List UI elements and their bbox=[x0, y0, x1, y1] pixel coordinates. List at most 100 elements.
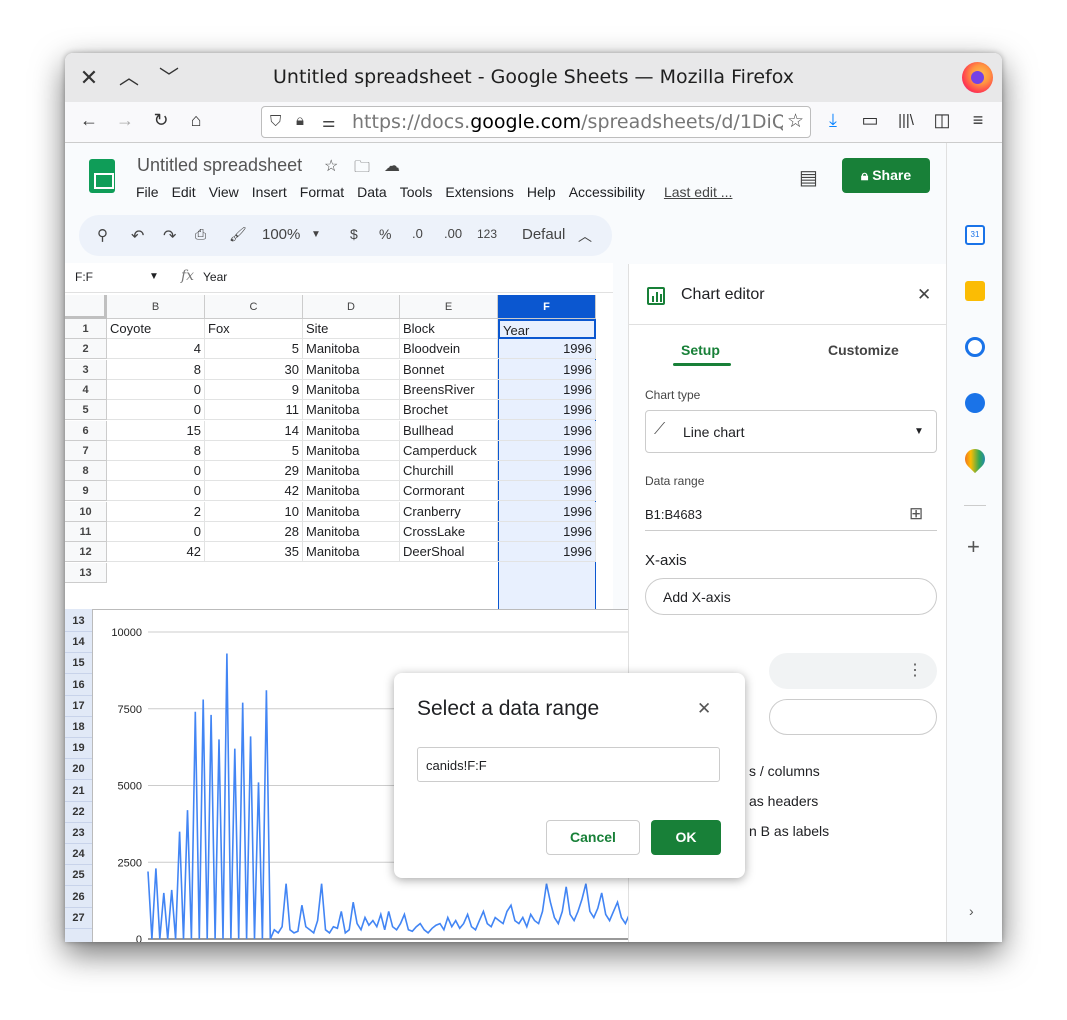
table-cell[interactable]: Manitoba bbox=[303, 522, 400, 542]
menu-help[interactable]: Help bbox=[527, 184, 556, 200]
row-header[interactable]: 6 bbox=[65, 420, 107, 441]
table-cell[interactable]: 8 bbox=[107, 440, 205, 461]
sheets-logo-icon[interactable] bbox=[89, 159, 115, 193]
switch-rows-columns-label[interactable]: s / columns bbox=[749, 763, 820, 779]
table-cell[interactable]: 0 bbox=[107, 481, 205, 502]
table-cell[interactable]: 1996 bbox=[498, 481, 596, 502]
row-header[interactable]: 9 bbox=[65, 481, 107, 502]
table-cell[interactable]: Cormorant bbox=[400, 481, 498, 502]
table-cell[interactable]: DeerShoal bbox=[400, 542, 498, 563]
share-button[interactable]: 🔒︎ Share bbox=[842, 158, 930, 193]
move-folder-icon[interactable]: 🗀︎ bbox=[354, 156, 370, 183]
table-cell[interactable]: Fox bbox=[205, 319, 303, 339]
row-header[interactable]: 8 bbox=[65, 461, 107, 482]
name-box-dropdown-icon[interactable]: ▼ bbox=[149, 271, 159, 282]
table-cell[interactable]: BreensRiver bbox=[400, 379, 498, 400]
table-cell[interactable]: Block bbox=[400, 319, 498, 339]
row-header[interactable]: 11 bbox=[65, 522, 107, 542]
downloads-icon[interactable]: ⤓ bbox=[821, 110, 845, 131]
table-cell[interactable]: 1996 bbox=[498, 359, 596, 380]
shield-icon[interactable]: ⛉ bbox=[270, 113, 281, 130]
table-cell[interactable]: Churchill bbox=[400, 461, 498, 482]
library-icon[interactable]: |||\ bbox=[894, 112, 918, 129]
menu-icon[interactable]: ≡ bbox=[966, 110, 990, 131]
row-header[interactable]: 12 bbox=[65, 542, 107, 563]
table-cell[interactable]: 29 bbox=[205, 461, 303, 482]
table-cell[interactable]: Manitoba bbox=[303, 379, 400, 400]
row-header[interactable]: 23 bbox=[65, 823, 92, 844]
url-bar[interactable]: ⛉ 🔒︎ ⚌ https://docs.google.com/spreadshe… bbox=[261, 106, 811, 138]
row-header[interactable]: 20 bbox=[65, 759, 92, 781]
row-header[interactable]: 22 bbox=[65, 802, 92, 823]
column-header-f[interactable]: F bbox=[498, 295, 596, 319]
table-cell[interactable]: 0 bbox=[107, 522, 205, 542]
decrease-decimal-button[interactable]: .0 bbox=[412, 226, 423, 241]
table-cell[interactable]: 1996 bbox=[498, 379, 596, 400]
close-editor-icon[interactable]: ✕ bbox=[917, 285, 931, 305]
range-input[interactable]: canids!F:F bbox=[417, 747, 720, 782]
table-cell[interactable]: Cranberry bbox=[400, 501, 498, 522]
forward-icon[interactable]: → bbox=[113, 110, 137, 131]
row-header[interactable]: 25 bbox=[65, 865, 92, 887]
row-header[interactable]: 27 bbox=[65, 908, 92, 929]
table-cell[interactable]: Manitoba bbox=[303, 461, 400, 482]
table-cell[interactable]: 14 bbox=[205, 420, 303, 441]
table-cell[interactable]: Manitoba bbox=[303, 339, 400, 360]
paint-format-icon[interactable]: 🖌︎ bbox=[229, 226, 247, 243]
table-cell[interactable]: 5 bbox=[205, 440, 303, 461]
table-cell[interactable]: 30 bbox=[205, 359, 303, 380]
grid-select-icon[interactable]: ⊞ bbox=[909, 504, 923, 524]
table-cell[interactable]: Brochet bbox=[400, 400, 498, 421]
bookmark-star-icon[interactable]: ☆ bbox=[782, 110, 804, 133]
column-header-c[interactable]: C bbox=[205, 295, 303, 319]
menu-view[interactable]: View bbox=[209, 184, 239, 200]
table-cell[interactable]: CrossLake bbox=[400, 522, 498, 542]
table-cell[interactable]: 1996 bbox=[498, 400, 596, 421]
dialog-close-icon[interactable]: ✕ bbox=[697, 699, 711, 719]
column-header-e[interactable]: E bbox=[400, 295, 498, 319]
tab-customize[interactable]: Customize bbox=[828, 342, 899, 358]
row-header[interactable]: 21 bbox=[65, 781, 92, 802]
column-header-b[interactable]: B bbox=[107, 295, 205, 319]
table-cell[interactable]: 11 bbox=[205, 400, 303, 421]
table-cell[interactable]: 2 bbox=[107, 501, 205, 522]
table-cell[interactable]: 0 bbox=[107, 461, 205, 482]
cancel-button[interactable]: Cancel bbox=[546, 820, 640, 855]
keep-icon[interactable] bbox=[965, 281, 985, 301]
table-cell[interactable]: 42 bbox=[205, 481, 303, 502]
table-cell[interactable]: Manitoba bbox=[303, 542, 400, 563]
menu-accessibility[interactable]: Accessibility bbox=[569, 184, 645, 200]
table-cell[interactable]: 1996 bbox=[498, 339, 596, 360]
table-cell[interactable]: Manitoba bbox=[303, 501, 400, 522]
row-header[interactable]: 4 bbox=[65, 379, 107, 400]
row-header[interactable]: 17 bbox=[65, 696, 92, 717]
menu-data[interactable]: Data bbox=[357, 184, 387, 200]
number-format-button[interactable]: 123 bbox=[477, 227, 497, 241]
row-header[interactable]: 13 bbox=[65, 611, 92, 632]
table-cell[interactable]: Bullhead bbox=[400, 420, 498, 441]
more-options-icon[interactable]: ⋮ bbox=[907, 660, 923, 680]
collapse-toolbar-icon[interactable]: ︿ bbox=[578, 226, 592, 246]
series-chip[interactable]: ⋮ bbox=[769, 653, 937, 689]
last-edit-link[interactable]: Last edit ... bbox=[664, 184, 732, 200]
font-select[interactable]: Defaul bbox=[522, 226, 565, 243]
table-cell[interactable]: 42 bbox=[107, 542, 205, 563]
add-xaxis-button[interactable]: Add X-axis bbox=[645, 578, 937, 615]
menu-extensions[interactable]: Extensions bbox=[445, 184, 513, 200]
tab-setup[interactable]: Setup bbox=[681, 342, 720, 358]
lock-icon[interactable]: 🔒︎ bbox=[296, 112, 304, 129]
tasks-icon[interactable] bbox=[965, 337, 985, 357]
menu-tools[interactable]: Tools bbox=[400, 184, 433, 200]
percent-button[interactable]: % bbox=[379, 226, 391, 242]
table-cell[interactable]: Bonnet bbox=[400, 359, 498, 380]
table-cell[interactable]: 1996 bbox=[498, 461, 596, 482]
get-addons-plus-icon[interactable]: + bbox=[967, 534, 980, 560]
row-header[interactable]: 7 bbox=[65, 440, 107, 461]
reload-icon[interactable]: ↻ bbox=[149, 110, 173, 131]
menu-format[interactable]: Format bbox=[300, 184, 344, 200]
table-cell[interactable]: 10 bbox=[205, 501, 303, 522]
calendar-icon[interactable]: 31 bbox=[965, 225, 985, 245]
table-cell[interactable]: Manitoba bbox=[303, 440, 400, 461]
table-cell[interactable]: 0 bbox=[107, 379, 205, 400]
row-header[interactable]: 18 bbox=[65, 717, 92, 738]
